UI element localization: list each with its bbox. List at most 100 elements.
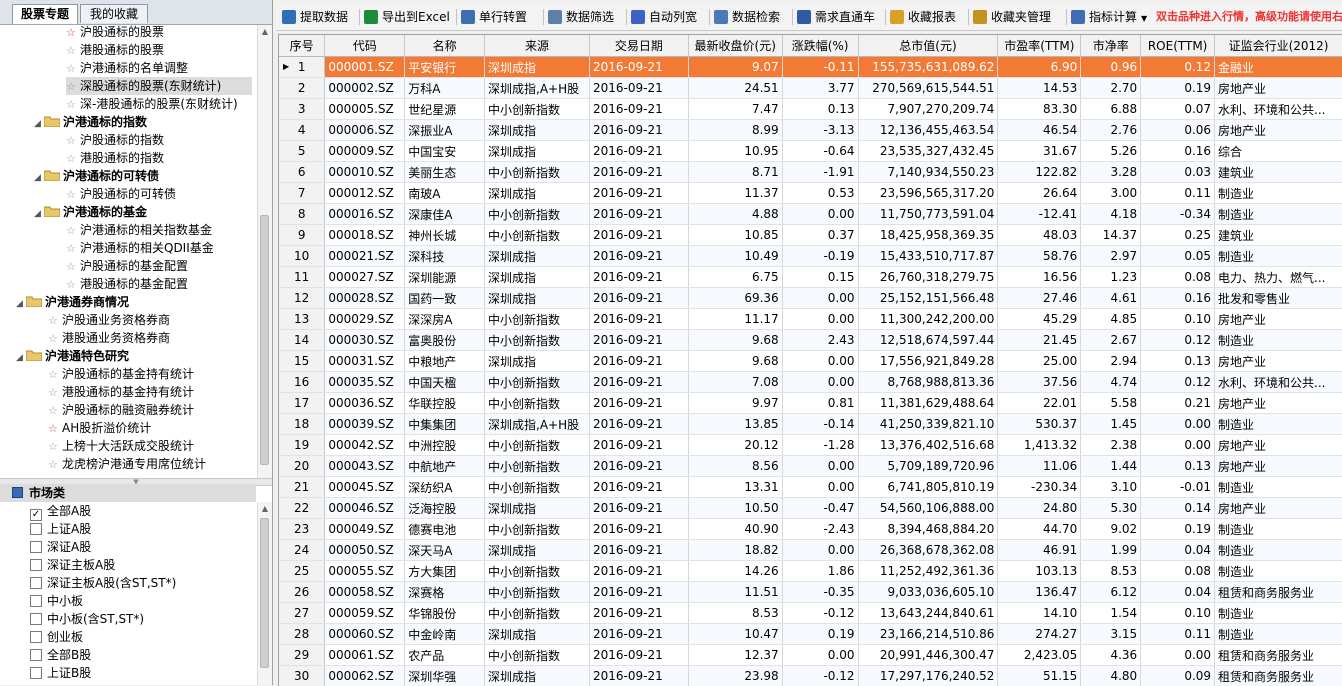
table-cell[interactable]: 电力、热力、燃气... [1215, 267, 1342, 288]
table-row[interactable]: 24000050.SZ深天马A深圳成指2016-09-2118.820.0026… [279, 540, 1342, 561]
table-cell[interactable]: 8.71 [688, 162, 782, 183]
table-cell[interactable]: 15,433,510,717.87 [858, 246, 998, 267]
table-cell[interactable]: 1,413.32 [998, 435, 1081, 456]
table-cell[interactable]: 房地产业 [1215, 435, 1342, 456]
table-cell[interactable]: 0.12 [1141, 372, 1215, 393]
checkbox[interactable] [30, 595, 42, 607]
table-cell[interactable]: 2016-09-21 [589, 561, 688, 582]
table-cell[interactable]: 000005.SZ [325, 99, 405, 120]
table-cell[interactable]: 中小创新指数 [485, 204, 590, 225]
table-row[interactable]: 4000006.SZ深振业A深圳成指2016-09-218.99-3.1312,… [279, 120, 1342, 141]
table-cell[interactable]: 德赛电池 [405, 519, 485, 540]
table-row[interactable]: 13000029.SZ深深房A中小创新指数2016-09-2111.170.00… [279, 309, 1342, 330]
table-cell[interactable]: 2.43 [782, 330, 858, 351]
table-cell[interactable]: 房地产业 [1215, 309, 1342, 330]
column-header[interactable]: 总市值(元) [858, 35, 998, 57]
table-cell[interactable]: 制造业 [1215, 540, 1342, 561]
table-cell[interactable]: 3.77 [782, 78, 858, 99]
table-cell[interactable]: 0.09 [1141, 666, 1215, 686]
table-row[interactable]: ▶1000001.SZ平安银行深圳成指2016-09-219.07-0.1115… [279, 57, 1342, 78]
table-cell[interactable]: 1.23 [1081, 267, 1141, 288]
table-cell[interactable]: 4.80 [1081, 666, 1141, 686]
table-cell[interactable]: 深圳成指 [485, 183, 590, 204]
table-cell[interactable]: 制造业 [1215, 519, 1342, 540]
table-cell[interactable]: 000059.SZ [325, 603, 405, 624]
table-cell[interactable]: 0.14 [1141, 498, 1215, 519]
table-cell[interactable]: 000031.SZ [325, 351, 405, 372]
table-cell[interactable]: 17,556,921,849.28 [858, 351, 998, 372]
table-cell[interactable]: 18,425,958,369.35 [858, 225, 998, 246]
row-number-cell[interactable]: 27 [279, 603, 325, 624]
table-cell[interactable]: 2016-09-21 [589, 666, 688, 686]
table-cell[interactable]: 1.54 [1081, 603, 1141, 624]
collapse-toggle-icon[interactable]: ◢ [34, 205, 44, 223]
column-header[interactable]: 交易日期 [589, 35, 688, 57]
table-cell[interactable]: 房地产业 [1215, 78, 1342, 99]
table-cell[interactable]: 0.00 [782, 309, 858, 330]
table-cell[interactable]: 16.56 [998, 267, 1081, 288]
tree-item[interactable]: ☆沪股通标的基金配置 [66, 257, 188, 275]
table-cell[interactable]: 1.99 [1081, 540, 1141, 561]
table-cell[interactable]: -0.47 [782, 498, 858, 519]
table-cell[interactable]: 26.64 [998, 183, 1081, 204]
market-option[interactable]: 创业板 [30, 628, 83, 646]
table-cell[interactable]: 13.31 [688, 477, 782, 498]
checkbox[interactable] [30, 541, 42, 553]
table-cell[interactable]: 0.07 [1141, 99, 1215, 120]
table-cell[interactable]: -0.14 [782, 414, 858, 435]
table-cell[interactable]: -0.12 [782, 603, 858, 624]
tree-item[interactable]: ☆沪港通标的相关指数基金 [66, 221, 212, 239]
row-number-cell[interactable]: 7 [279, 183, 325, 204]
table-row[interactable]: 28000060.SZ中金岭南深圳成指2016-09-2110.470.1923… [279, 624, 1342, 645]
table-cell[interactable]: 18.82 [688, 540, 782, 561]
table-cell[interactable]: 8.99 [688, 120, 782, 141]
column-header[interactable]: 名称 [405, 35, 485, 57]
table-cell[interactable]: 中小创新指数 [485, 330, 590, 351]
row-number-cell[interactable]: 5 [279, 141, 325, 162]
table-row[interactable]: 8000016.SZ深康佳A中小创新指数2016-09-214.880.0011… [279, 204, 1342, 225]
row-number-cell[interactable]: 9 [279, 225, 325, 246]
table-cell[interactable]: 中国天楹 [405, 372, 485, 393]
table-cell[interactable]: 房地产业 [1215, 351, 1342, 372]
table-cell[interactable]: 2016-09-21 [589, 183, 688, 204]
checkbox[interactable] [30, 523, 42, 535]
tree-folder[interactable]: ◢沪港通标的指数 [34, 113, 147, 131]
table-cell[interactable]: 0.16 [1141, 288, 1215, 309]
table-cell[interactable]: 12.37 [688, 645, 782, 666]
table-cell[interactable]: 11.37 [688, 183, 782, 204]
table-cell[interactable]: 0.00 [782, 540, 858, 561]
table-cell[interactable]: 000010.SZ [325, 162, 405, 183]
table-cell[interactable]: 7.08 [688, 372, 782, 393]
table-cell[interactable]: 6,741,805,810.19 [858, 477, 998, 498]
table-cell[interactable]: 83.30 [998, 99, 1081, 120]
table-cell[interactable]: 2016-09-21 [589, 225, 688, 246]
table-cell[interactable]: 深康佳A [405, 204, 485, 225]
tree-item[interactable]: ☆港股通业务资格券商 [48, 329, 170, 347]
row-number-cell[interactable]: 12 [279, 288, 325, 309]
table-cell[interactable]: 中小创新指数 [485, 519, 590, 540]
tree-item[interactable]: ☆沪港通标的相关QDII基金 [66, 239, 214, 257]
table-cell[interactable]: 深科技 [405, 246, 485, 267]
table-cell[interactable]: 10.95 [688, 141, 782, 162]
table-row[interactable]: 27000059.SZ华锦股份中小创新指数2016-09-218.53-0.12… [279, 603, 1342, 624]
table-cell[interactable]: 530.37 [998, 414, 1081, 435]
table-cell[interactable]: -0.19 [782, 246, 858, 267]
tree-scroll-thumb[interactable] [260, 215, 269, 465]
table-cell[interactable]: 中粮地产 [405, 351, 485, 372]
table-cell[interactable]: 000043.SZ [325, 456, 405, 477]
tab-stock-topics[interactable]: 股票专题 [12, 4, 78, 24]
tree-folder[interactable]: ◢沪港通券商情况 [16, 293, 129, 311]
table-cell[interactable]: 深圳成指 [485, 498, 590, 519]
table-cell[interactable]: 0.25 [1141, 225, 1215, 246]
tree-item[interactable]: ☆上榜十大活跃成交股统计 [48, 437, 194, 455]
table-cell[interactable]: 2016-09-21 [589, 414, 688, 435]
table-cell[interactable]: 14.37 [1081, 225, 1141, 246]
table-cell[interactable]: 泛海控股 [405, 498, 485, 519]
row-number-cell[interactable]: 30 [279, 666, 325, 686]
table-cell[interactable]: 深振业A [405, 120, 485, 141]
table-cell[interactable]: 23,596,565,317.20 [858, 183, 998, 204]
row-number-cell[interactable]: 16 [279, 372, 325, 393]
market-option[interactable]: 上证B股 [30, 664, 91, 682]
row-number-cell[interactable]: 10 [279, 246, 325, 267]
table-cell[interactable]: 000001.SZ [325, 57, 405, 78]
